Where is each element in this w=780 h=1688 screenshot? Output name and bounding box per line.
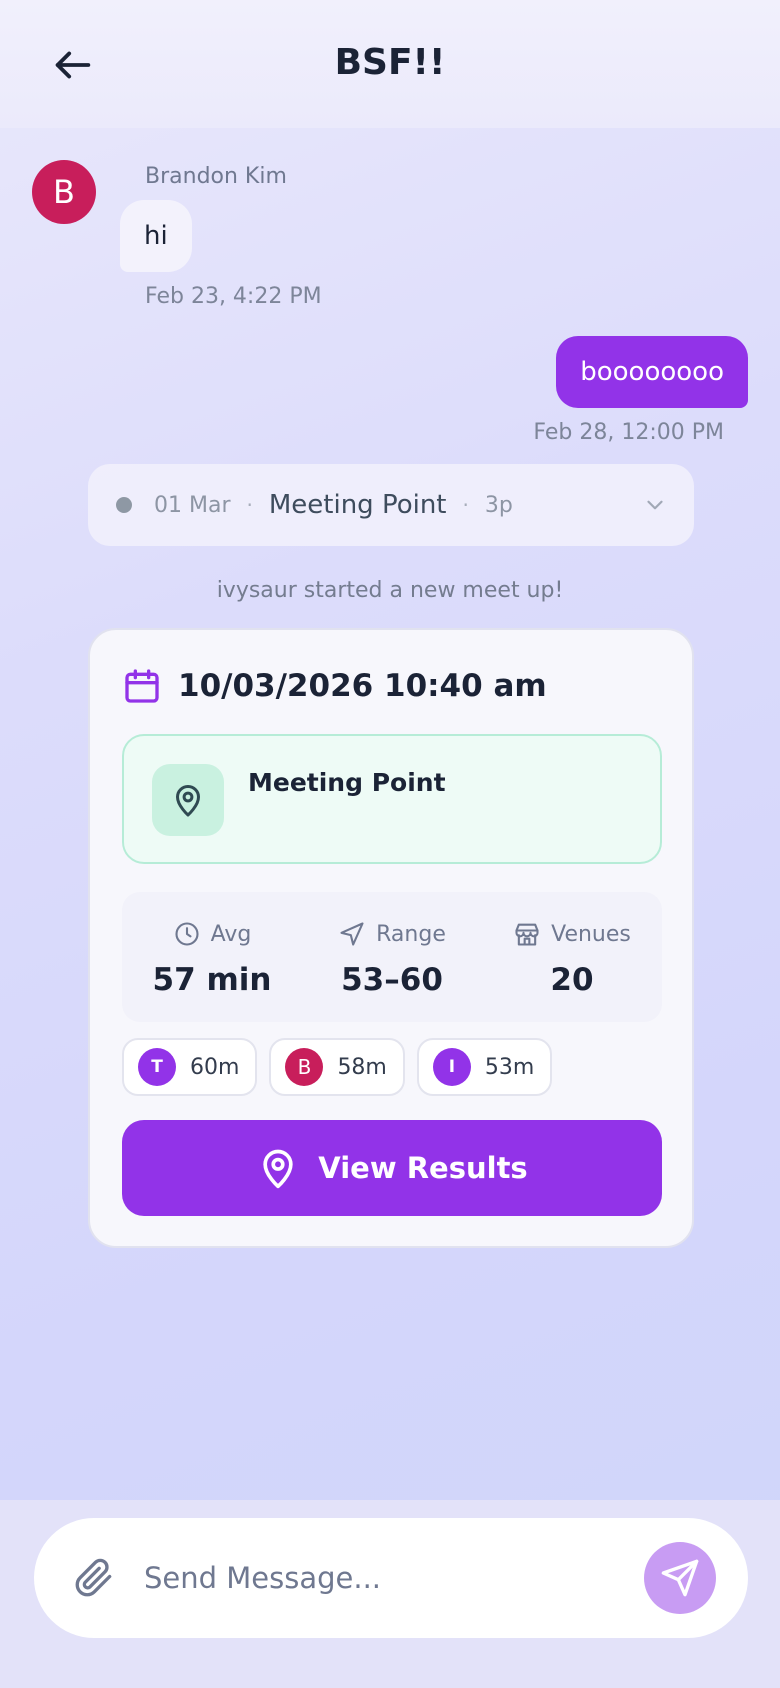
system-message: ivysaur started a new meet up! [216,578,564,603]
stat-avg: Avg 57 min [122,892,302,1022]
participant-avatar: I [432,1048,471,1086]
sender-name: Brandon Kim [145,164,287,189]
calendar-icon [125,669,159,703]
view-results-label: View Results [318,1151,528,1185]
message-timestamp: Feb 28, 12:00 PM [533,420,724,445]
stat-header: Range [338,920,446,948]
message-timestamp: Feb 23, 4:22 PM [145,284,322,309]
send-icon [661,1559,699,1597]
stat-label: Avg [210,921,252,947]
app-header: BSF!! [0,0,780,128]
avatar[interactable]: B [32,160,96,224]
stat-label: Range [376,921,446,947]
stat-value: 57 min [152,962,272,998]
message-text: boooooooo [580,357,724,387]
stat-label: Venues [551,921,631,947]
participant-chips: T 60m B 58m I 53m [122,1038,564,1096]
meetup-date: 01 Mar [154,492,231,518]
participant-duration: 58m [337,1054,387,1080]
stat-header: Venues [513,920,631,948]
map-pin-icon [176,785,200,817]
stats-row: Avg 57 min Range 53–60 Venues 20 [122,892,662,1022]
store-icon [515,923,539,946]
participant-duration: 60m [190,1054,240,1080]
meetup-time: 3p [484,492,513,518]
participant-avatar: T [138,1048,176,1086]
map-pin-icon [263,1149,293,1189]
participant-duration: 53m [484,1054,535,1080]
stat-range: Range 53–60 [302,892,482,1022]
stat-value: 53–60 [341,962,443,998]
chevron-down-icon[interactable] [642,492,668,518]
message-composer [34,1518,748,1638]
paperclip-icon[interactable] [74,1558,114,1598]
send-button[interactable] [644,1542,716,1614]
chat-title: BSF!! [334,42,446,83]
outgoing-message-bubble[interactable]: boooooooo [556,336,748,408]
incoming-message-bubble[interactable]: hi [120,200,192,272]
stat-venues: Venues 20 [482,892,662,1022]
stat-header: Avg [173,920,252,948]
participant-chip[interactable]: I 53m [416,1038,553,1096]
meetup-summary-row[interactable]: 01 Mar · Meeting Point · 3p [88,464,694,546]
view-results-button[interactable]: View Results [122,1120,662,1216]
location-icon-tile [152,764,224,836]
clock-icon [175,922,199,946]
navigation-icon [340,922,364,946]
message-text: hi [144,221,168,251]
meetup-datetime: 10/03/2026 10:40 am [178,668,547,704]
separator: · [462,493,469,517]
meetup-card: 10/03/2026 10:40 am Meeting Point Avg 57… [88,628,694,1248]
stat-value: 20 [550,962,594,998]
status-dot [116,497,132,513]
participant-chip[interactable]: B 58m [269,1038,405,1096]
participant-avatar: B [285,1048,324,1086]
message-input[interactable] [144,1548,624,1608]
meetup-title: Meeting Point [268,490,447,520]
separator: · [246,493,253,517]
location-title: Meeting Point [248,768,446,797]
location-box[interactable]: Meeting Point [122,734,662,864]
participant-chip[interactable]: T 60m [122,1038,258,1096]
